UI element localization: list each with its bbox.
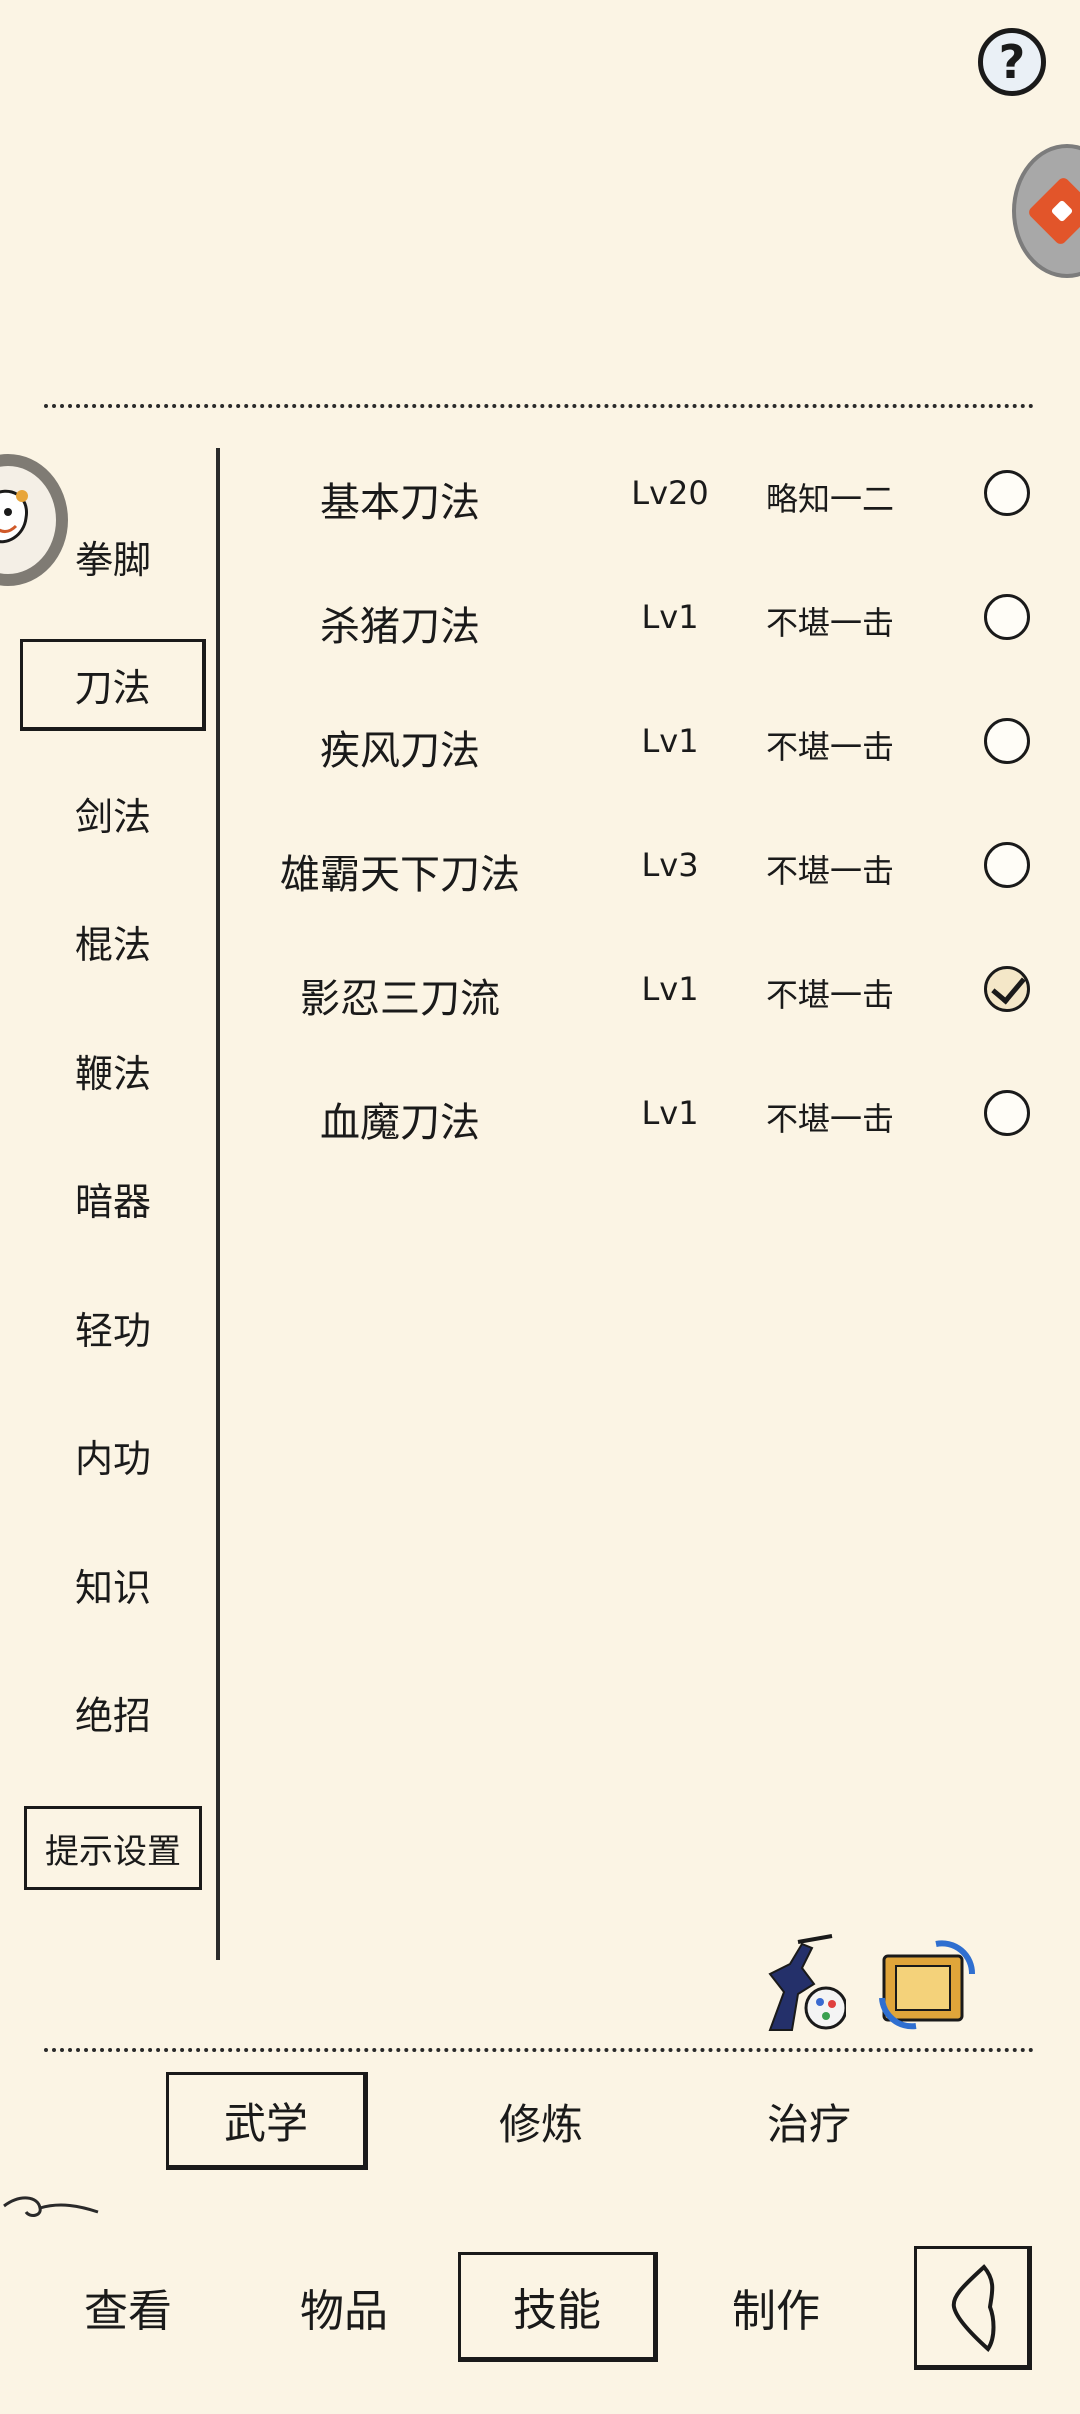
checked-circle-icon[interactable]	[984, 966, 1030, 1012]
question-icon: ?	[998, 35, 1026, 89]
hint-settings-button[interactable]: 提示设置	[24, 1806, 202, 1890]
skill-mastery: 略知一二	[765, 480, 894, 518]
skill-row[interactable]: 影忍三刀流 Lv1 不堪一击	[230, 950, 1060, 1030]
category-3[interactable]: 剑法	[20, 767, 206, 859]
skill-row[interactable]: 雄霸天下刀法 Lv3 不堪一击	[230, 826, 1060, 906]
category-9[interactable]: 知识	[20, 1538, 206, 1630]
back-arrow-icon	[951, 2264, 996, 2353]
skill-mastery: 不堪一击	[765, 604, 894, 642]
side-menu-widget[interactable]	[1012, 144, 1080, 278]
sub-tab-2[interactable]: 修炼	[440, 2072, 642, 2170]
main-tab-3[interactable]: 技能	[458, 2252, 658, 2362]
empty-circle-icon[interactable]	[984, 842, 1030, 888]
sub-tab-1[interactable]: 武学	[166, 2072, 368, 2170]
skill-name: 影忍三刀流	[300, 976, 500, 1022]
category-4[interactable]: 棍法	[20, 896, 206, 988]
skill-name: 血魔刀法	[320, 1100, 480, 1146]
skill-row[interactable]: 杀猪刀法 Lv1 不堪一击	[230, 578, 1060, 658]
back-button[interactable]	[914, 2246, 1032, 2370]
category-6[interactable]: 暗器	[20, 1153, 206, 1245]
panel-divider	[216, 448, 220, 1960]
skill-name: 杀猪刀法	[320, 604, 480, 650]
skill-row[interactable]: 疾风刀法 Lv1 不堪一击	[230, 702, 1060, 782]
skill-mastery: 不堪一击	[765, 728, 894, 766]
main-tab-1[interactable]: 查看	[28, 2252, 228, 2362]
empty-circle-icon[interactable]	[984, 718, 1030, 764]
skill-name: 疾风刀法	[320, 728, 480, 774]
skill-mastery: 不堪一击	[765, 852, 894, 890]
empty-circle-icon[interactable]	[984, 594, 1030, 640]
main-tab-4[interactable]: 制作	[676, 2252, 876, 2362]
category-10[interactable]: 绝招	[20, 1667, 206, 1759]
category-8[interactable]: 内功	[20, 1410, 206, 1502]
skill-name: 雄霸天下刀法	[280, 852, 520, 898]
skill-mastery: 不堪一击	[765, 976, 894, 1014]
skill-row[interactable]: 基本刀法 Lv20 略知一二	[230, 454, 1060, 534]
help-button[interactable]: ?	[978, 28, 1046, 96]
scroll-swap-icon[interactable]	[876, 1934, 982, 2034]
top-divider	[44, 404, 1034, 408]
sub-tab-3[interactable]: 治疗	[708, 2072, 910, 2170]
ninja-palette-icon[interactable]	[740, 1934, 848, 2034]
empty-circle-icon[interactable]	[984, 470, 1030, 516]
category-2[interactable]: 刀法	[20, 638, 206, 731]
category-5[interactable]: 鞭法	[20, 1024, 206, 1116]
cloud-swirl-decoration	[3, 2196, 99, 2217]
skill-row[interactable]: 血魔刀法 Lv1 不堪一击	[230, 1074, 1060, 1154]
category-7[interactable]: 轻功	[20, 1281, 206, 1373]
skill-mastery: 不堪一击	[765, 1100, 894, 1138]
bottom-divider	[44, 2048, 1034, 2052]
diamond-menu-icon	[1026, 175, 1080, 247]
main-tab-2[interactable]: 物品	[244, 2252, 444, 2362]
empty-circle-icon[interactable]	[984, 1090, 1030, 1136]
category-1[interactable]: 拳脚	[20, 510, 206, 602]
skill-name: 基本刀法	[320, 480, 480, 526]
